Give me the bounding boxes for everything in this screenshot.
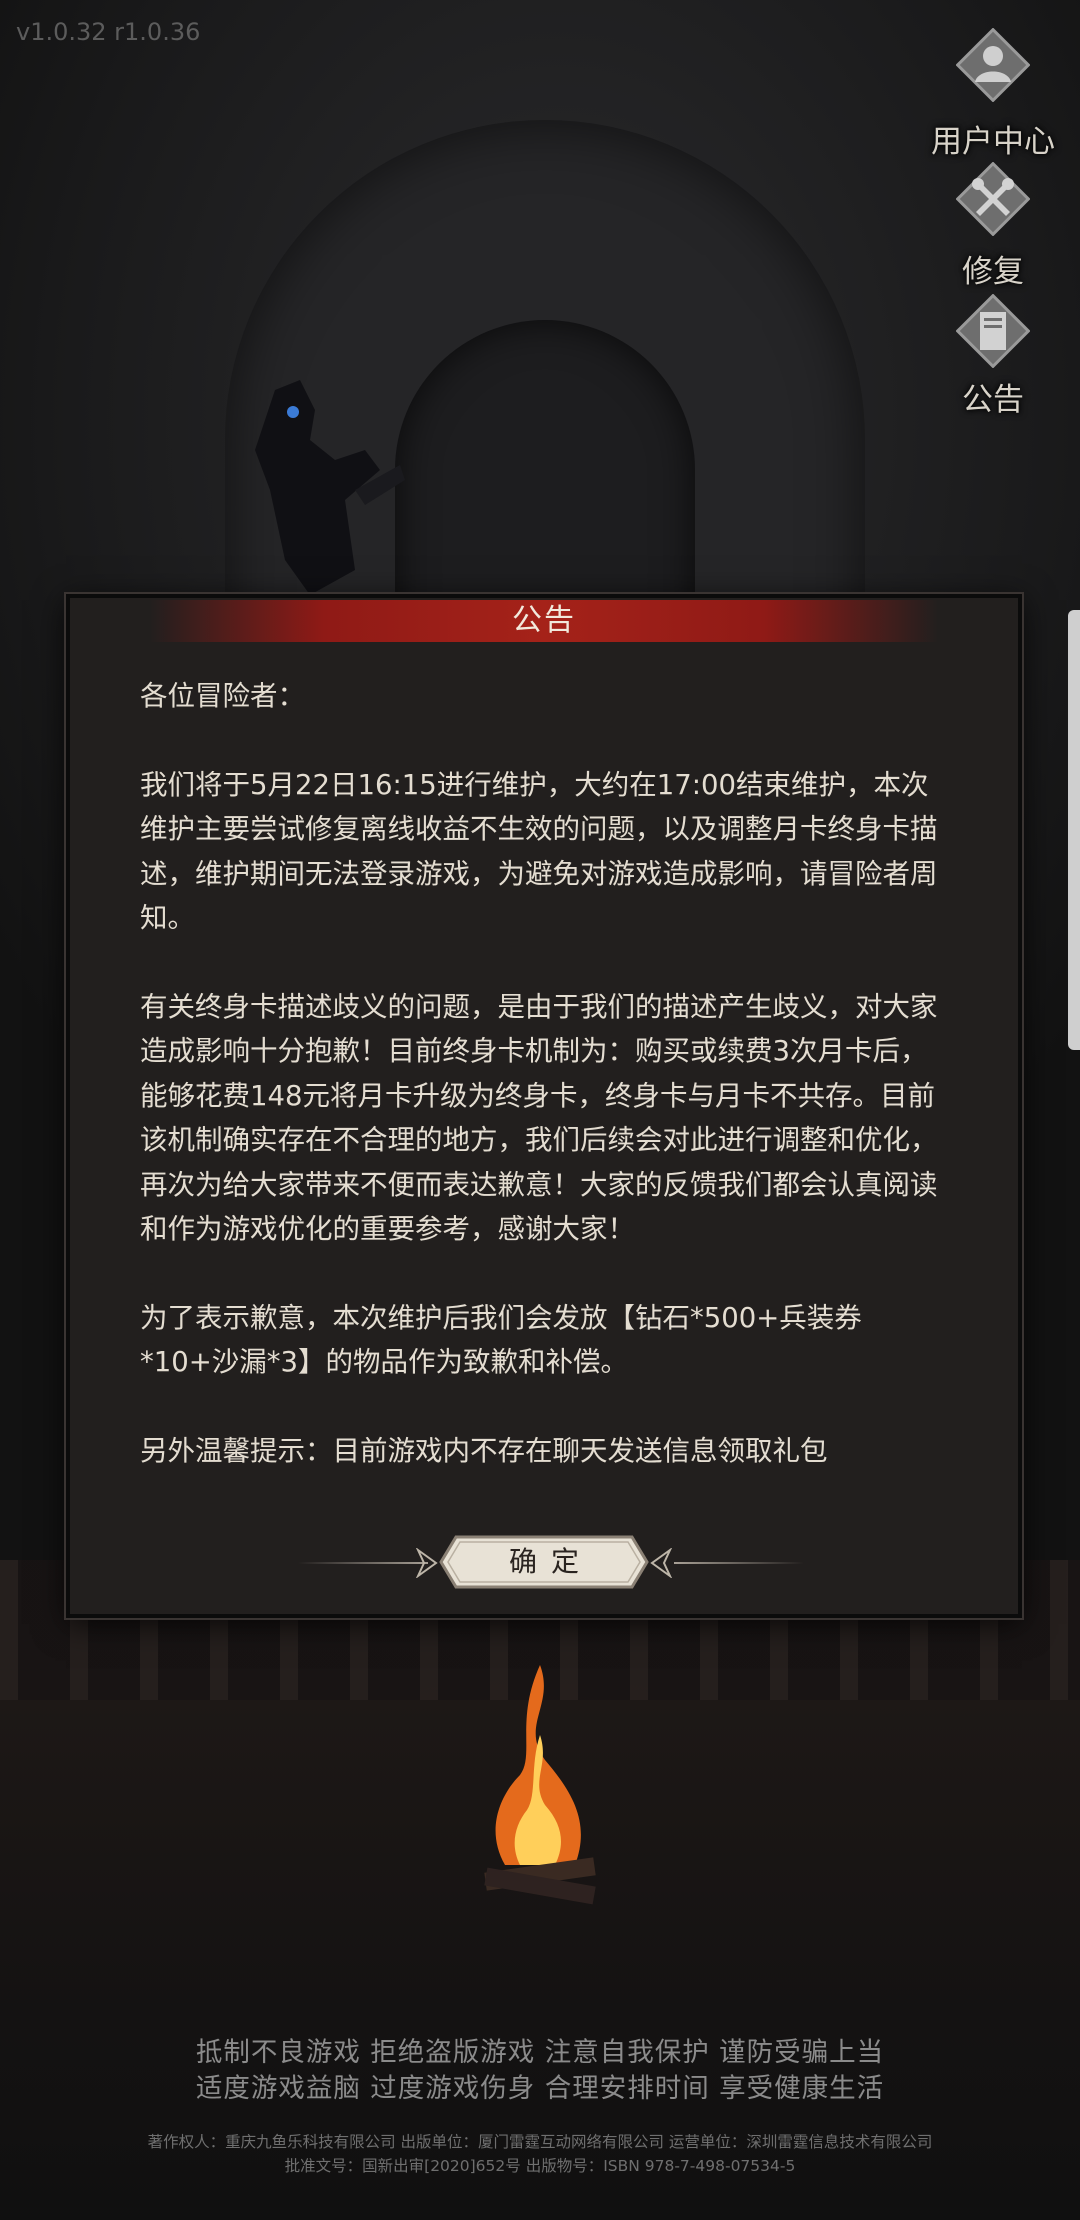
confirm-button[interactable]: 确定 xyxy=(438,1534,650,1590)
paragraph-lifetime-card: 有关终身卡描述歧义的问题，是由于我们的描述产生歧义，对大家造成影响十分抱歉！目前… xyxy=(140,990,938,1246)
notice-icon xyxy=(956,294,1030,368)
user-center-button[interactable]: 用户中心 xyxy=(918,28,1068,160)
announcement-dialog: 公告 各位冒险者： 我们将于5月22日16:15进行维护，大约在17:00结束维… xyxy=(66,594,1022,1618)
greeting-text: 各位冒险者： xyxy=(140,680,305,712)
confirm-button-label: 确定 xyxy=(508,1545,593,1578)
paragraph-reminder: 另外温馨提示：目前游戏内不存在聊天发送信息领取礼包 xyxy=(140,1434,828,1467)
confirm-area: 确定 xyxy=(70,1528,1018,1598)
version-label: v1.0.32 r1.0.36 xyxy=(16,18,201,46)
divider-left xyxy=(298,1562,428,1564)
health-notice-line1: 抵制不良游戏 拒绝盗版游戏 注意自我保护 谨防受骗上当 xyxy=(195,2037,885,2068)
dialog-title: 公告 xyxy=(512,603,576,638)
copyright-line2: 批准文号：国新出审[2020]652号 出版物号：ISBN 978-7-498-… xyxy=(284,2157,796,2175)
notice-button[interactable]: 公告 xyxy=(918,294,1068,418)
user-center-label: 用户中心 xyxy=(931,124,1055,160)
repair-label: 修复 xyxy=(962,254,1024,290)
health-notice-line2: 适度游戏益脑 过度游戏伤身 合理安排时间 享受健康生活 xyxy=(195,2073,885,2104)
edge-scroll-handle[interactable] xyxy=(1068,610,1080,1050)
campfire-icon xyxy=(484,1665,596,1905)
paragraph-compensation: 为了表示歉意，本次维护后我们会发放【钻石*500+兵装券*10+沙漏*3】的物品… xyxy=(140,1301,862,1379)
ornament-left-icon xyxy=(416,1548,438,1578)
paragraph-maintenance: 我们将于5月22日16:15进行维护，大约在17:00结束维护，本次维护主要尝试… xyxy=(140,768,938,935)
notice-label: 公告 xyxy=(962,382,1024,418)
divider-right xyxy=(674,1562,804,1564)
user-icon xyxy=(956,28,1030,102)
dialog-header: 公告 xyxy=(150,600,938,642)
ornament-right-icon xyxy=(650,1548,672,1578)
wrench-icon xyxy=(956,162,1030,236)
knight-figure xyxy=(255,380,405,595)
repair-button[interactable]: 修复 xyxy=(918,162,1068,290)
copyright-line1: 著作权人：重庆九鱼乐科技有限公司 出版单位：厦门雷霆互动网络有限公司 运营单位：… xyxy=(147,2133,933,2151)
announcement-content[interactable]: 各位冒险者： 我们将于5月22日16:15进行维护，大约在17:00结束维护，本… xyxy=(140,674,950,1514)
